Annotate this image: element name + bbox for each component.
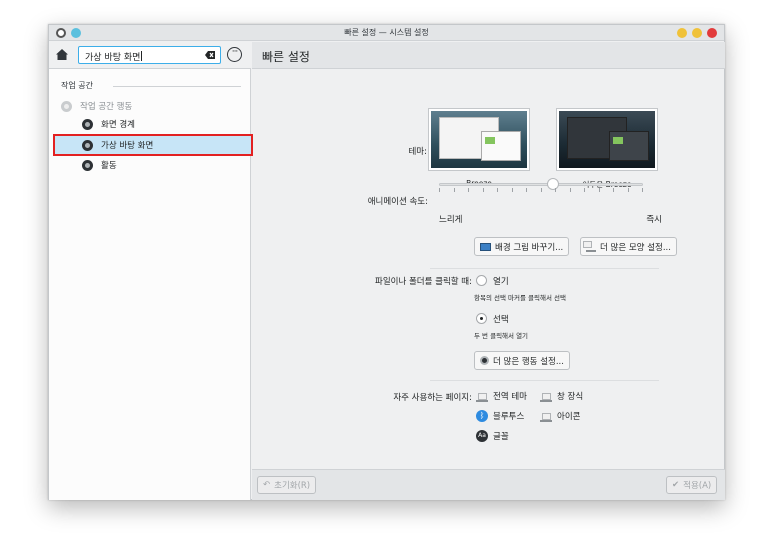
- quick-settings-content: 테마: Breeze 어두운 Breeze 애니메이션 속도: 느리게 즉시 배…: [252, 70, 725, 470]
- sidebar-item-activities[interactable]: 활동: [55, 156, 251, 174]
- bluetooth-label: 블루투스: [493, 412, 525, 422]
- search-value: 가상 바탕 화면: [85, 51, 143, 63]
- sidebar-header: 가상 바탕 화면 ···: [49, 42, 251, 69]
- sidebar: 가상 바탕 화면 ··· 작업 공간 작업 공간 행동 화면 경계 가상 바탕 …: [49, 42, 253, 500]
- slider-tick: [628, 188, 629, 192]
- more-behavior-button[interactable]: 더 많은 행동 설정...: [474, 351, 570, 370]
- frequent-bluetooth[interactable]: ᛒ 블루투스: [476, 410, 524, 422]
- slider-tick: [570, 188, 571, 192]
- sidebar-item-screen-edges[interactable]: 화면 경계: [55, 115, 251, 133]
- maximize-button[interactable]: [692, 28, 702, 38]
- sidebar-item-workspace-behavior[interactable]: 작업 공간 행동: [55, 97, 251, 115]
- change-wallpaper-button[interactable]: 배경 그림 바꾸기...: [474, 237, 570, 256]
- click-select-label: 선택: [493, 315, 509, 325]
- slider-ticks: [439, 188, 643, 193]
- animation-speed-slider[interactable]: [439, 183, 643, 186]
- more-appearance-label: 더 많은 모양 설정...: [600, 242, 671, 253]
- breeze-dark-preview: [559, 111, 655, 168]
- theme-thumb-breeze-dark[interactable]: [556, 108, 658, 171]
- global-theme-label: 전역 테마: [493, 392, 527, 402]
- slider-tick: [599, 188, 600, 192]
- animation-slow-label: 느리게: [439, 215, 463, 225]
- apply-label: 적용(A): [683, 481, 712, 491]
- slider-tick: [526, 188, 527, 192]
- minimize-button[interactable]: [677, 28, 687, 38]
- slider-tick: [483, 188, 484, 192]
- category-divider: [113, 86, 241, 87]
- animation-speed-label: 애니메이션 속도:: [367, 197, 428, 207]
- fonts-icon: Aa: [476, 430, 488, 442]
- sidebar-item-virtual-desktops[interactable]: 가상 바탕 화면: [53, 134, 253, 156]
- hamburger-menu-button[interactable]: ···: [227, 47, 242, 62]
- click-open-label: 열기: [493, 277, 509, 287]
- page-header: 빠른 설정: [252, 42, 725, 69]
- slider-tick: [454, 188, 455, 192]
- fonts-label: 글꼴: [493, 432, 509, 442]
- appearance-icon: [586, 242, 596, 252]
- frequent-pages-label: 자주 사용하는 페이지:: [393, 393, 472, 403]
- window-decorations-icon: [540, 390, 552, 402]
- slider-tick: [541, 188, 542, 192]
- sidebar-item-label: 활동: [101, 161, 117, 171]
- window-title: 빠른 설정 — 시스템 설정: [344, 28, 429, 37]
- slider-tick: [468, 188, 469, 192]
- theme-thumb-breeze[interactable]: [428, 108, 530, 171]
- category-label: 작업 공간: [61, 81, 93, 90]
- slider-tick: [613, 188, 614, 192]
- virtual-desktops-icon: [82, 139, 93, 151]
- reset-button[interactable]: ↶ 초기화(R): [257, 476, 317, 494]
- home-icon[interactable]: [56, 49, 68, 60]
- click-select-hint: 두 번 클릭해서 열기: [474, 332, 529, 340]
- click-open-radio[interactable]: [476, 275, 487, 286]
- icons-page-icon: [540, 410, 552, 422]
- breeze-preview: [431, 111, 527, 168]
- animation-fast-label: 즉시: [646, 215, 662, 225]
- close-button[interactable]: [707, 28, 717, 38]
- click-select-radio[interactable]: [476, 313, 487, 324]
- sidebar-item-label: 작업 공간 행동: [80, 102, 133, 112]
- page-title: 빠른 설정: [262, 50, 310, 64]
- activities-icon: [82, 159, 93, 171]
- clear-search-icon[interactable]: [205, 51, 215, 59]
- slider-tick: [497, 188, 498, 192]
- reset-label: 초기화(R): [274, 481, 311, 491]
- slider-tick: [584, 188, 585, 192]
- apply-button[interactable]: ✔ 적용(A): [666, 476, 718, 494]
- undo-icon: ↶: [263, 480, 271, 490]
- more-behavior-label: 더 많은 행동 설정...: [493, 356, 564, 367]
- icons-label: 아이콘: [557, 412, 581, 422]
- sidebar-item-label: 가상 바탕 화면: [101, 141, 154, 151]
- click-behavior-label: 파일이나 폴더를 클릭할 때:: [375, 277, 472, 287]
- slider-tick: [642, 188, 643, 192]
- window-decorations-label: 창 장식: [557, 392, 584, 402]
- title-bar: 빠른 설정 — 시스템 설정: [49, 25, 724, 41]
- frequent-global-theme[interactable]: 전역 테마: [476, 390, 527, 402]
- section-divider: [430, 380, 659, 381]
- wallpaper-icon: [480, 242, 491, 251]
- workspace-behavior-icon: [61, 100, 72, 112]
- frequent-window-decorations[interactable]: 창 장식: [540, 390, 583, 402]
- screen-edges-icon: [82, 118, 93, 130]
- slider-tick: [512, 188, 513, 192]
- change-wallpaper-label: 배경 그림 바꾸기...: [495, 242, 564, 253]
- frequent-fonts[interactable]: Aa 글꼴: [476, 430, 509, 442]
- global-theme-icon: [476, 390, 488, 402]
- theme-label: 테마:: [408, 147, 427, 157]
- section-divider: [430, 268, 659, 269]
- category-header: 작업 공간: [61, 80, 241, 92]
- click-open-hint: 항목의 선택 마커를 클릭해서 선택: [474, 294, 566, 302]
- slider-tick: [555, 188, 556, 192]
- sidebar-item-label: 화면 경계: [101, 120, 135, 130]
- slider-tick: [439, 188, 440, 192]
- frequent-icons[interactable]: 아이콘: [540, 410, 580, 422]
- settings-window: 빠른 설정 — 시스템 설정 가상 바탕 화면 ··· 작업 공간 작업 공간 …: [48, 24, 725, 500]
- bluetooth-icon: ᛒ: [476, 410, 488, 422]
- behavior-icon: [480, 356, 489, 365]
- search-input[interactable]: 가상 바탕 화면: [78, 46, 221, 64]
- footer-bar: ↶ 초기화(R) ✔ 적용(A): [252, 469, 725, 500]
- checkmark-icon: ✔: [672, 480, 680, 490]
- more-appearance-button[interactable]: 더 많은 모양 설정...: [580, 237, 677, 256]
